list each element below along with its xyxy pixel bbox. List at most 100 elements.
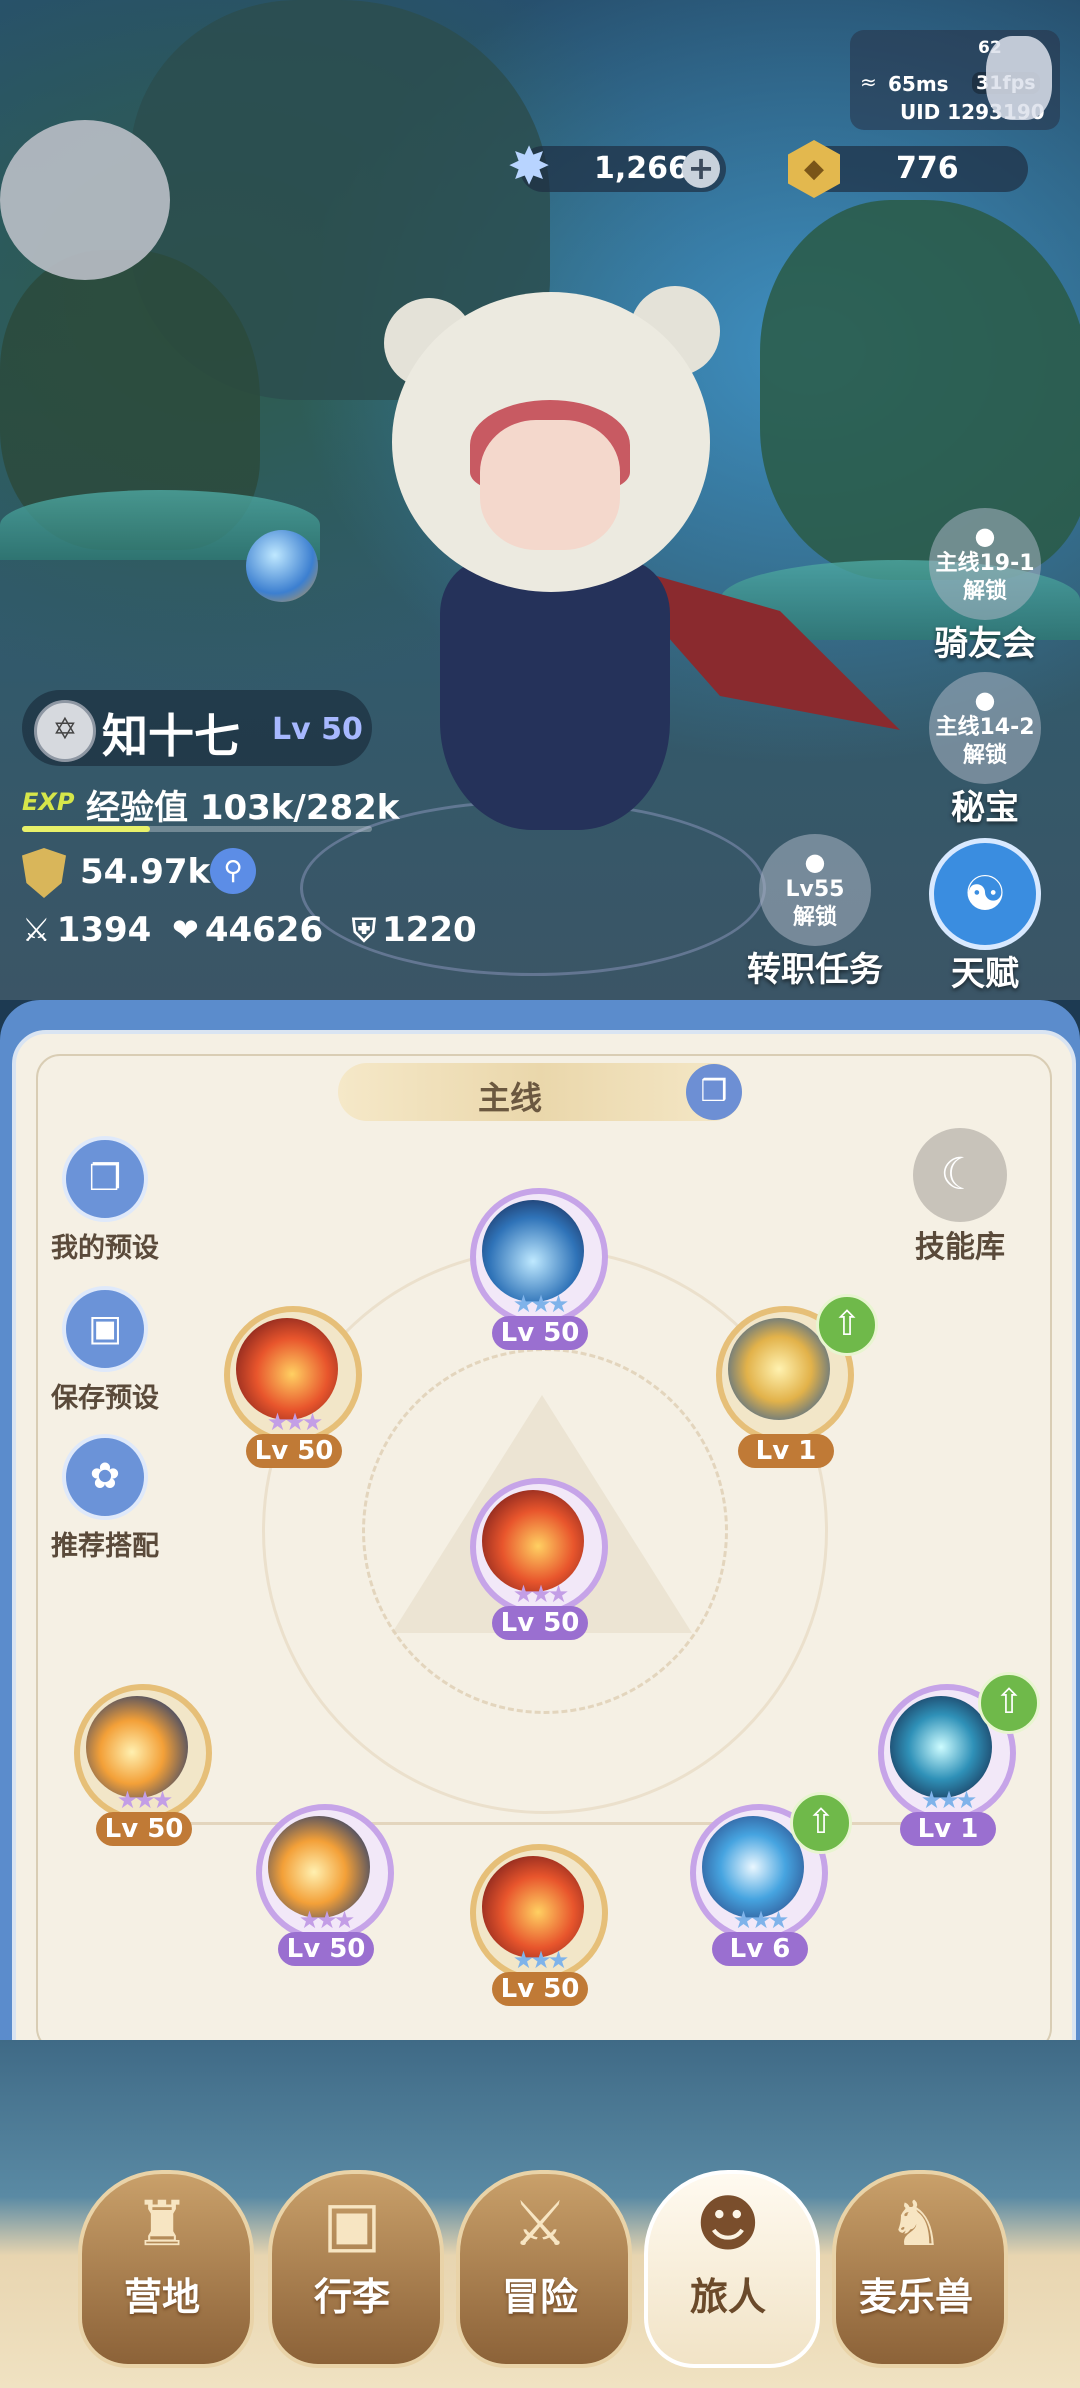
skill-stars: ★★★ (298, 1906, 356, 1934)
skill-library-button[interactable]: ☾ 技能库 (900, 1128, 1020, 1266)
skill-slot-lower-left-1[interactable]: ★★★ Lv 50 (74, 1684, 214, 1846)
power-detail-button[interactable]: ⚲ (210, 848, 256, 894)
beast-icon: ♞ (888, 2187, 944, 2260)
recommended-combo-button[interactable]: ✿ 推荐搭配 (40, 1434, 170, 1563)
moon-star-icon: ☾ (913, 1128, 1007, 1222)
job-change-locked: ● Lv55 解锁 (759, 834, 871, 946)
fire-burst-skill-icon (482, 1856, 584, 1958)
nav-luggage[interactable]: ▣ 行李 (268, 2170, 444, 2370)
flame-skill-icon (86, 1696, 188, 1798)
add-gems-button[interactable]: + (682, 150, 720, 188)
lock-icon: ● (974, 686, 996, 714)
skill-slot-upper-right[interactable]: Lv 1 ⇧ (716, 1294, 878, 1468)
skill-slot-top[interactable]: ★★★ Lv 50 (470, 1188, 610, 1350)
orb-staff (246, 530, 318, 602)
skill-level: Lv 1 (900, 1812, 996, 1846)
riding-club-label: 骑友会 (934, 624, 1036, 664)
my-presets-label: 我的预设 (51, 1233, 159, 1264)
book-icon[interactable]: ❒ (686, 1064, 742, 1120)
treasure-button[interactable]: ● 主线14-2 解锁 秘宝 (910, 672, 1060, 829)
backpack-icon: ▣ (322, 2187, 382, 2260)
skill-stars: ★★★ (732, 1906, 790, 1934)
upgrade-arrow-icon[interactable]: ⇧ (790, 1792, 852, 1854)
talent-button[interactable]: ☯ 天赋 (910, 838, 1060, 995)
character-body (440, 560, 670, 830)
skill-slot-lower-right-1[interactable]: ★★★ Lv 1 ⇧ (878, 1672, 1040, 1846)
riding-club-locked: ● 主线19-1 解锁 (929, 508, 1041, 620)
crossed-swords-icon: ⚔ (512, 2187, 568, 2260)
nav-traveler[interactable]: ☻ 旅人 (644, 2170, 820, 2370)
skill-level: Lv 1 (738, 1434, 834, 1468)
skill-level: Lv 50 (246, 1434, 342, 1468)
hp-value: 44626 (204, 910, 324, 950)
meteor-skill-icon (236, 1318, 338, 1420)
lock-icon: ● (804, 848, 826, 876)
player-emblem-icon: ✡ (34, 700, 96, 762)
skill-slot-lower-left-2[interactable]: ★★★ Lv 50 (256, 1804, 396, 1966)
nav-camp-label: 营地 (123, 2275, 200, 2319)
gem-value: 1,266 (594, 151, 689, 186)
cat-mascot-icon[interactable] (986, 36, 1052, 120)
exp-text: 经验值 103k/282k (86, 788, 400, 828)
tab-main-label: 主线 (477, 1079, 542, 1117)
skill-slot-center[interactable]: ★★★ Lv 50 (470, 1478, 610, 1640)
ghost-pet (0, 120, 170, 280)
skill-level: Lv 50 (96, 1812, 192, 1846)
recommended-combo-label: 推荐搭配 (51, 1531, 159, 1562)
player-name-plate[interactable]: ✡ 知十七 Lv 50 (22, 690, 372, 766)
riding-club-unlock-text: 解锁 (962, 579, 1007, 604)
upgrade-arrow-icon[interactable]: ⇧ (816, 1294, 878, 1356)
skill-stars: ★★★ (512, 1290, 570, 1318)
star-crystal-icon: ✸ (507, 137, 551, 197)
riding-club-lock-text: 主线19-1 (935, 551, 1035, 576)
exp-tag: EXP (22, 788, 75, 816)
skill-level: Lv 50 (278, 1932, 374, 1966)
light-skill-icon (728, 1318, 830, 1420)
vortex-skill-icon (702, 1816, 804, 1918)
fire-spirit-skill-icon (268, 1816, 370, 1918)
lock-icon: ● (974, 522, 996, 550)
castle-icon: ♜ (134, 2187, 190, 2260)
tab-main-quest[interactable]: 主线 ❒ (338, 1063, 742, 1121)
skill-library-label: 技能库 (915, 1230, 1005, 1265)
hp-stat: ❤ 44626 (172, 910, 323, 950)
wifi-icon: ≈ (860, 70, 877, 94)
nav-luggage-label: 行李 (313, 2275, 390, 2319)
crossed-swords-icon: ⚔ (22, 911, 51, 949)
defense-stat: ⛨ 1220 (352, 910, 477, 950)
job-change-unlock-text: 解锁 (792, 905, 837, 930)
upgrade-arrow-icon[interactable]: ⇧ (978, 1672, 1040, 1734)
skill-level: Lv 50 (492, 1316, 588, 1350)
job-change-lock-text: Lv55 (785, 877, 845, 902)
my-presets-button[interactable]: ❐ 我的预设 (40, 1136, 170, 1265)
skill-stars: ★★★ (266, 1408, 324, 1436)
skill-stars: ★★★ (920, 1786, 978, 1814)
attack-value: 1394 (56, 910, 152, 950)
skill-stars: ★★★ (512, 1946, 570, 1974)
network-status: ≈ 65ms 31fps 62 UID 1293190 (850, 30, 1060, 130)
attack-stat: ⚔ 1394 (22, 910, 151, 950)
power-value: 54.97k (80, 852, 211, 892)
job-change-button[interactable]: ● Lv55 解锁 转职任务 (740, 834, 890, 991)
nav-camp[interactable]: ♜ 营地 (78, 2170, 254, 2370)
nav-beast[interactable]: ♞ 麦乐兽 (832, 2170, 1008, 2370)
combo-icon: ✿ (62, 1434, 148, 1520)
save-preset-label: 保存预设 (51, 1383, 159, 1414)
skill-slot-bottom[interactable]: ★★★ Lv 50 (470, 1844, 610, 2006)
treasure-lock-text: 主线14-2 (935, 715, 1035, 740)
skill-level: Lv 6 (712, 1932, 808, 1966)
heart-icon: ❤ (172, 911, 199, 949)
lightning-skill-icon (890, 1696, 992, 1798)
skill-slot-lower-right-2[interactable]: ★★★ Lv 6 ⇧ (690, 1792, 852, 1966)
brain-icon: ☯ (929, 838, 1041, 950)
save-preset-button[interactable]: ▣ 保存预设 (40, 1286, 170, 1415)
character-face (480, 420, 620, 550)
shield-icon: ⛨ (352, 911, 377, 949)
gem-counter: ✸ 1,266 + (507, 137, 726, 197)
nav-adventure[interactable]: ⚔ 冒险 (456, 2170, 632, 2370)
exp-bar (22, 826, 372, 832)
fireball-skill-icon (482, 1490, 584, 1592)
skill-level: Lv 50 (492, 1606, 588, 1640)
skill-slot-upper-left[interactable]: ★★★ Lv 50 (224, 1306, 364, 1468)
riding-club-button[interactable]: ● 主线19-1 解锁 骑友会 (910, 508, 1060, 665)
